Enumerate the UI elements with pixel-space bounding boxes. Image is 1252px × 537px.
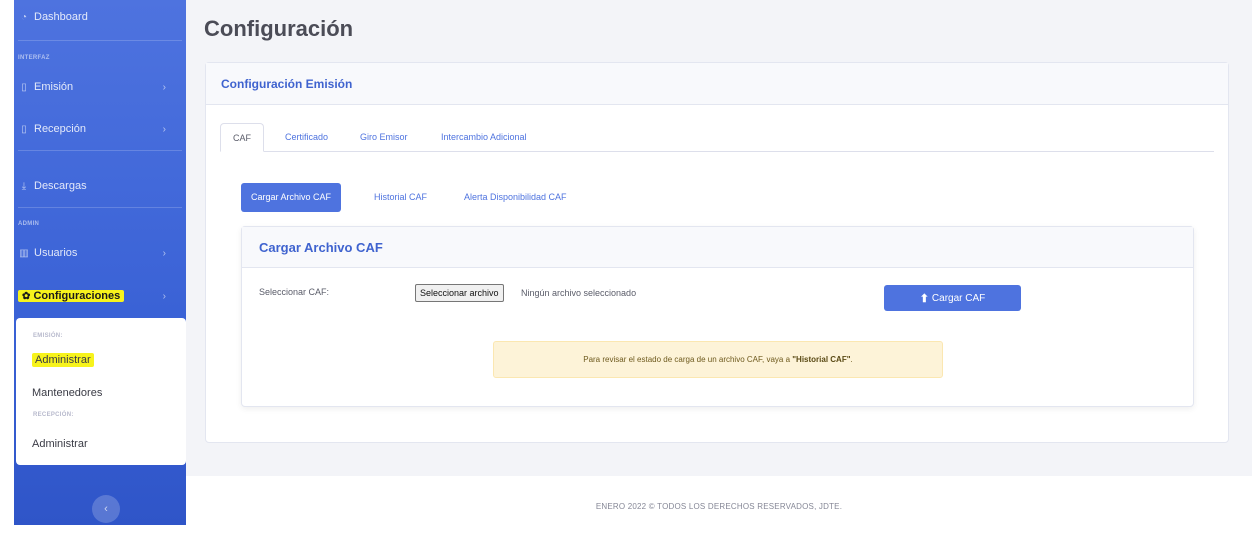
alert-link-historial[interactable]: "Historial CAF" [792, 355, 850, 364]
download-icon: ⤓ [21, 180, 27, 192]
chevron-right-icon: › [162, 247, 166, 259]
configuraciones-submenu: EMISIÓN: Administrar Mantenedores RECEPC… [16, 318, 186, 465]
alert-text: Para revisar el estado de carga de un ar… [583, 355, 791, 364]
sidebar: ◔ Dashboard INTERFAZ ▯ Emisión › ▯ Recep… [14, 0, 186, 525]
sidebar-item-label: Recepción [34, 123, 86, 135]
submenu-heading-recepcion: RECEPCIÓN: [33, 412, 74, 418]
sidebar-item-label: Emisión [34, 81, 74, 93]
upload-card-header: Cargar Archivo CAF [242, 227, 1193, 268]
sidebar-item-configuraciones[interactable]: ✿ Configuraciones › [14, 279, 186, 313]
sidebar-item-descargas[interactable]: ⤓ Descargas [14, 169, 186, 203]
sidebar-toggle-button[interactable]: ‹ [92, 495, 120, 523]
chevron-left-icon: ‹ [104, 503, 108, 515]
footer: ENERO 2022 © TODOS LOS DERECHOS RESERVAD… [186, 476, 1252, 537]
tab-giro-emisor[interactable]: Giro Emisor [360, 123, 408, 152]
pill-alerta-disponibilidad-caf[interactable]: Alerta Disponibilidad CAF [464, 183, 567, 212]
config-card: Configuración Emisión CAF Certificado Gi… [205, 62, 1229, 443]
cargar-caf-label: Cargar CAF [931, 292, 986, 304]
tab-caf[interactable]: CAF [220, 123, 264, 152]
tab-certificado[interactable]: Certificado [285, 123, 328, 152]
upload-icon: ⬆ [919, 292, 929, 305]
sidebar-item-usuarios[interactable]: ▥ Usuarios › [14, 236, 186, 270]
cargar-caf-button[interactable]: ⬆ Cargar CAF [884, 285, 1021, 311]
sidebar-item-label: Usuarios [34, 247, 78, 259]
page-title: Configuración [204, 16, 354, 41]
chevron-right-icon: › [162, 290, 166, 302]
sidebar-item-highlight: ✿ Configuraciones [18, 290, 125, 302]
sidebar-item-dashboard[interactable]: ◔ Dashboard [14, 0, 186, 34]
file-input-button[interactable]: Seleccionar archivo [415, 284, 504, 302]
select-caf-label: Seleccionar CAF: [259, 287, 330, 297]
footer-text: ENERO 2022 © TODOS LOS DERECHOS RESERVAD… [595, 502, 843, 511]
sidebar-divider [18, 40, 182, 41]
info-alert: Para revisar el estado de carga de un ar… [493, 341, 943, 378]
pill-historial-caf[interactable]: Historial CAF [374, 183, 427, 212]
file-icon: ▯ [21, 123, 27, 135]
submenu-item-mantenedores[interactable]: Mantenedores [32, 387, 102, 399]
upload-card: Cargar Archivo CAF Seleccionar CAF: Sele… [241, 226, 1194, 407]
sidebar-item-emision[interactable]: ▯ Emisión › [14, 70, 186, 104]
config-tabs: CAF Certificado Giro Emisor Intercambio … [220, 123, 1214, 152]
chevron-right-icon: › [162, 81, 166, 93]
sidebar-item-recepcion[interactable]: ▯ Recepción › [14, 112, 186, 146]
chevron-right-icon: › [162, 123, 166, 135]
sidebar-heading-interfaz: INTERFAZ [18, 55, 50, 61]
card-header: Configuración Emisión [206, 63, 1228, 105]
sidebar-item-label: Configuraciones [33, 290, 121, 302]
file-icon: ▯ [21, 81, 27, 93]
sidebar-divider [18, 207, 182, 208]
file-input-status: Ningún archivo seleccionado [521, 288, 637, 298]
alert-suffix: . [850, 355, 853, 364]
users-icon: ▥ [19, 247, 29, 259]
dashboard-icon: ◔ [20, 11, 28, 23]
sidebar-item-label: Descargas [34, 180, 87, 192]
pill-cargar-archivo-caf[interactable]: Cargar Archivo CAF [241, 183, 342, 212]
tab-intercambio-adicional[interactable]: Intercambio Adicional [441, 123, 527, 152]
gear-icon: ✿ [22, 291, 31, 302]
main-content: Configuración Configuración Emisión CAF … [186, 0, 1252, 537]
sidebar-heading-admin: ADMIN [18, 221, 40, 227]
submenu-item-administrar-recepcion[interactable]: Administrar [32, 438, 88, 450]
submenu-item-administrar-emision[interactable]: Administrar [32, 353, 94, 367]
submenu-heading-emision: EMISIÓN: [33, 333, 63, 339]
sidebar-item-label: Dashboard [34, 11, 88, 23]
sidebar-divider [18, 150, 182, 151]
